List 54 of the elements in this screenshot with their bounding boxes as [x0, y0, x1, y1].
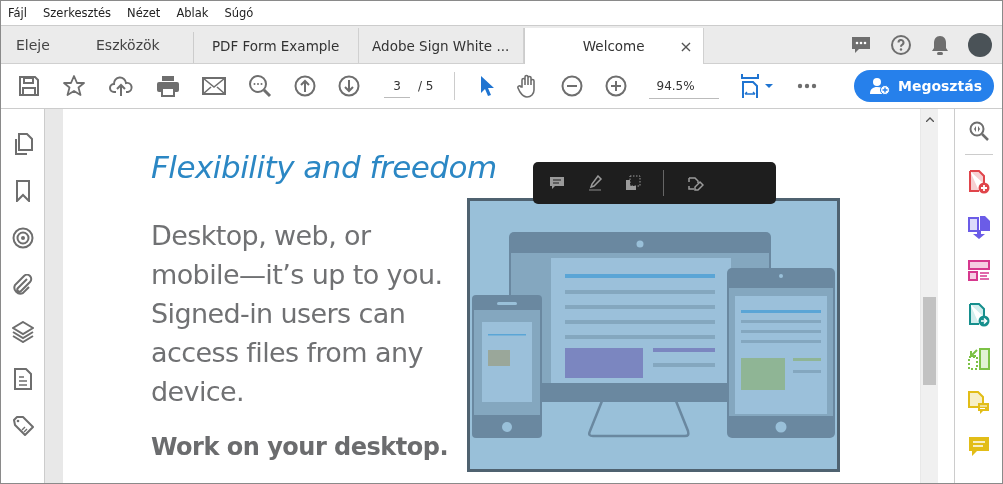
page-number-field[interactable]: 3: [384, 74, 410, 98]
zoom-in-icon[interactable]: [604, 75, 627, 97]
nav-tab[interactable]: Eleje: [1, 26, 81, 63]
star-icon[interactable]: [62, 74, 86, 98]
highlighter-icon[interactable]: [587, 175, 603, 191]
document-paragraph: Desktop, web, or mobile—it’s up to you. Signed-in users can access files from any device.: [151, 219, 444, 409]
bookmark-icon[interactable]: [15, 180, 30, 202]
share-button[interactable]: Megosztás: [853, 70, 994, 102]
zoom-out-icon[interactable]: [560, 75, 583, 97]
arrow-up-circle-icon[interactable]: [294, 75, 316, 97]
pdf-add-icon[interactable]: [967, 170, 990, 194]
document-tab[interactable]: PDF Form Example: [193, 28, 359, 63]
document-subheading: Work on your desktop.: [151, 433, 449, 461]
crop-selection-icon[interactable]: [625, 175, 641, 191]
cloud-upload-icon[interactable]: [108, 75, 134, 97]
menu-item[interactable]: Fájl: [8, 6, 27, 20]
arrow-down-circle-icon[interactable]: [338, 75, 360, 97]
form-layout-icon[interactable]: [967, 260, 990, 282]
comment-icon[interactable]: [549, 175, 565, 191]
layers-icon[interactable]: [11, 321, 34, 343]
pdf-send-icon[interactable]: [967, 303, 990, 327]
envelope-icon[interactable]: [202, 77, 226, 95]
help-icon[interactable]: [890, 33, 912, 56]
search-icon[interactable]: [248, 74, 272, 98]
avatar[interactable]: [968, 32, 992, 57]
document-icon[interactable]: [13, 368, 32, 390]
target-icon[interactable]: [11, 227, 34, 249]
fit-page-icon[interactable]: [740, 73, 775, 99]
add-user-icon: [869, 77, 890, 95]
paperclip-icon[interactable]: [11, 274, 34, 296]
pages-icon[interactable]: [12, 133, 33, 155]
nav-tab[interactable]: Eszközök: [81, 26, 175, 63]
document-heading: Flexibility and freedom: [151, 149, 497, 185]
scrollbar[interactable]: [921, 109, 938, 483]
page-total: / 5: [418, 79, 434, 93]
edit-document-icon[interactable]: [686, 175, 704, 191]
more-icon[interactable]: [796, 83, 817, 89]
pdf-export-icon[interactable]: [966, 215, 991, 239]
tag-icon[interactable]: [11, 415, 34, 437]
menu-item[interactable]: Nézet: [127, 6, 161, 20]
save-icon[interactable]: [18, 75, 40, 97]
document-tab[interactable]: Welcome ×: [523, 28, 704, 64]
document-tab[interactable]: Adobe Sign White ...: [358, 28, 524, 63]
close-tab-button[interactable]: ×: [679, 36, 693, 56]
scrollbar-thumb[interactable]: [923, 297, 936, 385]
bell-icon[interactable]: [930, 33, 950, 56]
zoom-icon[interactable]: [968, 121, 989, 141]
menu-item[interactable]: Súgó: [224, 6, 254, 20]
menu-item[interactable]: Ablak: [176, 6, 209, 20]
pointer-icon[interactable]: [478, 75, 495, 97]
printer-icon[interactable]: [156, 75, 180, 97]
menu-item[interactable]: Szerkesztés: [43, 6, 112, 20]
zoom-dropdown[interactable]: 94.5%: [648, 73, 719, 99]
scroll-up-icon[interactable]: [925, 117, 934, 122]
